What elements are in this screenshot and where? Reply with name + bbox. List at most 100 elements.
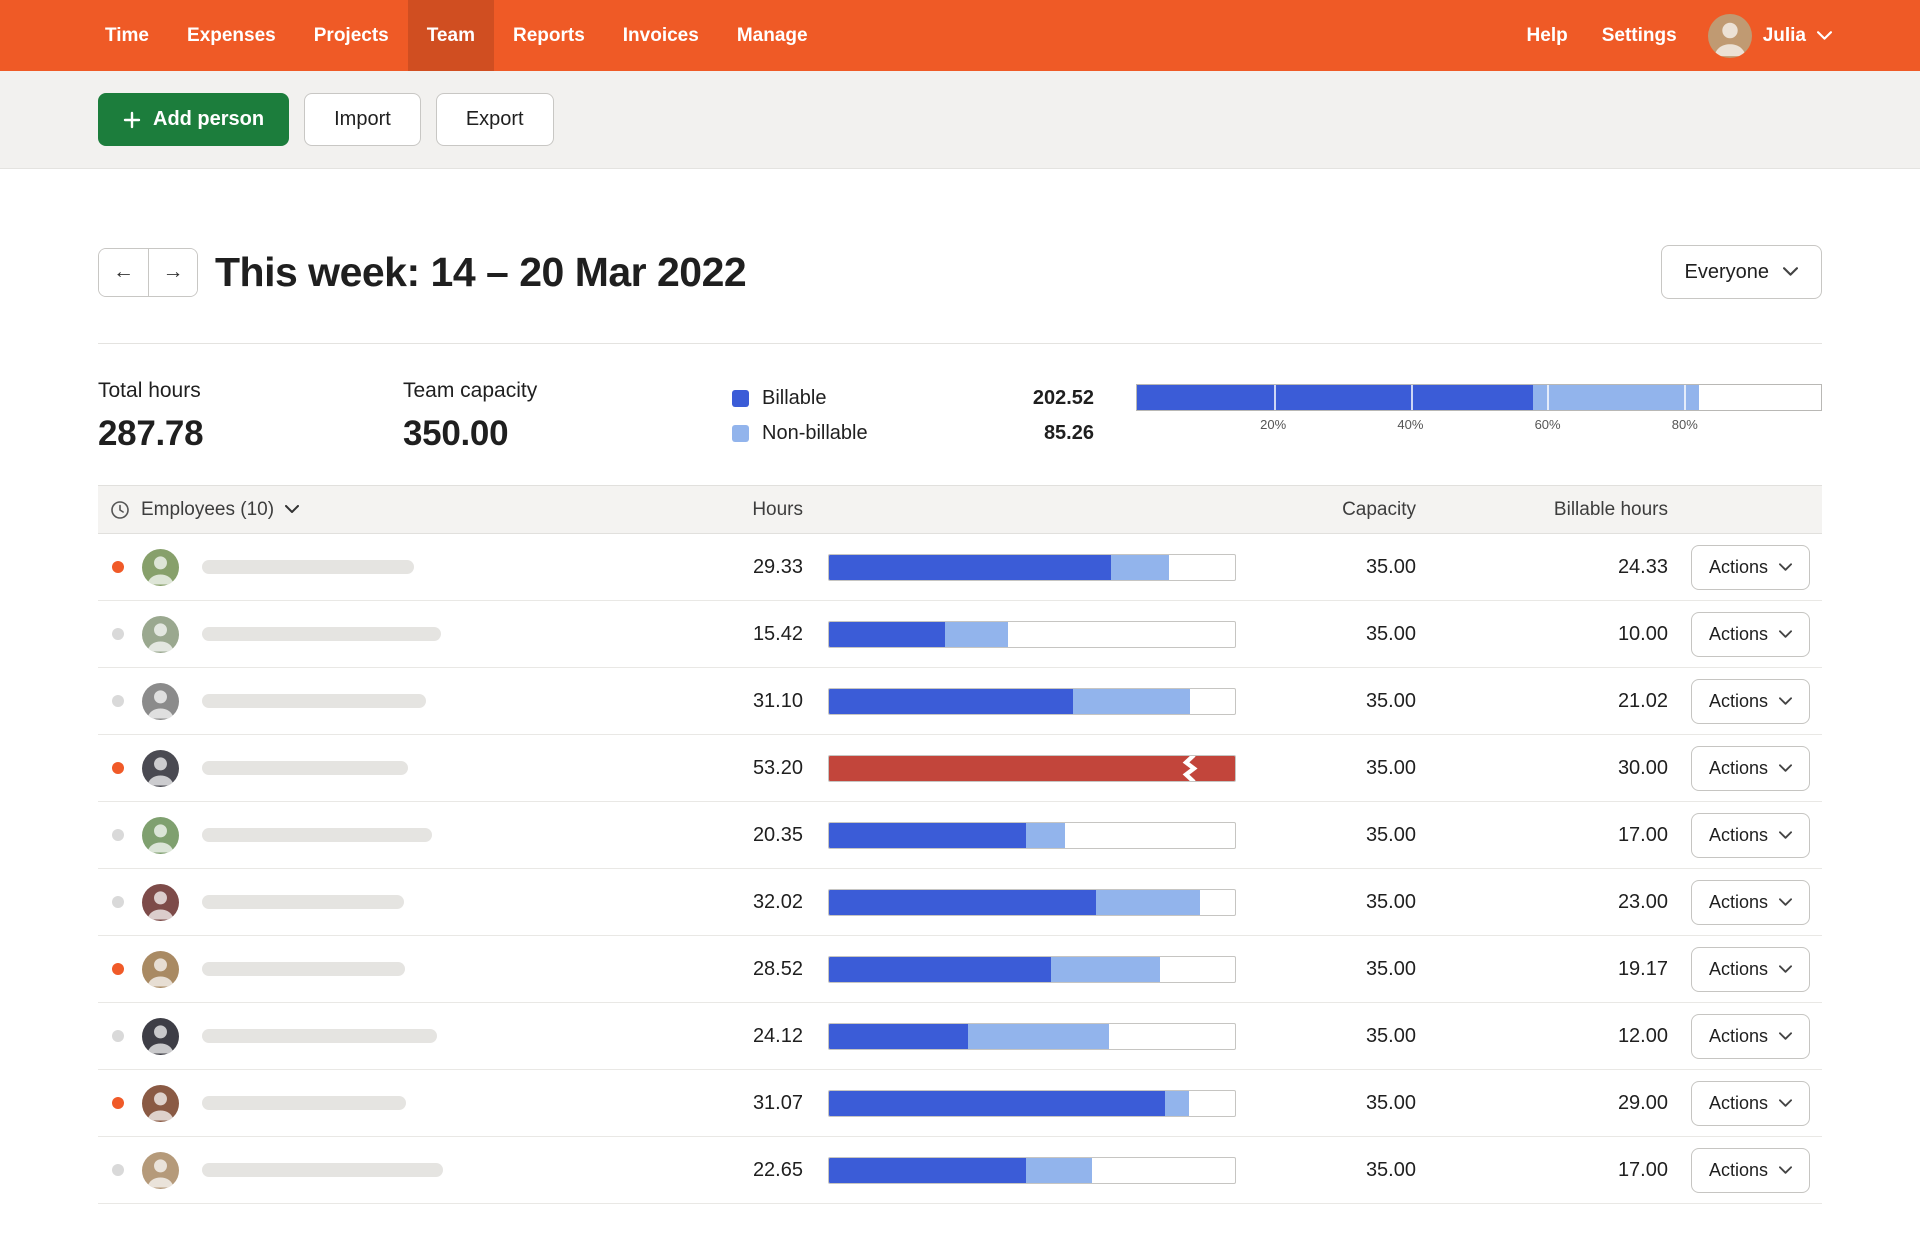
actions-button[interactable]: Actions <box>1691 679 1810 724</box>
hours-value: 24.12 <box>683 1025 803 1048</box>
table-header: Employees (10) Hours Capacity Billable h… <box>98 485 1822 534</box>
billable-swatch <box>732 390 749 407</box>
actions-button[interactable]: Actions <box>1691 1081 1810 1126</box>
avatar[interactable] <box>142 1085 179 1122</box>
clock-icon <box>110 500 130 520</box>
billable-value: 17.00 <box>1416 1159 1668 1182</box>
billable-segment <box>829 890 1096 915</box>
person-icon <box>142 817 179 854</box>
name-placeholder[interactable] <box>202 627 441 641</box>
team-capacity-label: Team capacity <box>403 379 732 403</box>
column-header-capacity: Capacity <box>1236 499 1416 521</box>
name-placeholder[interactable] <box>202 1163 443 1177</box>
avatar[interactable] <box>142 951 179 988</box>
toolbar: Add person Import Export <box>0 71 1920 169</box>
avatar[interactable] <box>142 616 179 653</box>
person-icon <box>142 951 179 988</box>
employees-header-dropdown[interactable]: Employees (10) <box>98 499 683 521</box>
nav-item-invoices[interactable]: Invoices <box>604 0 718 71</box>
summary-section: Total hours 287.78 Team capacity 350.00 … <box>98 343 1822 454</box>
name-placeholder[interactable] <box>202 1029 437 1043</box>
total-hours-stat: Total hours 287.78 <box>98 379 403 454</box>
employee-rows: 29.33 35.00 24.33 Actions 15.42 <box>98 534 1822 1204</box>
person-icon <box>1708 14 1752 58</box>
import-button[interactable]: Import <box>304 93 421 146</box>
chevron-down-icon <box>1779 697 1792 706</box>
avatar[interactable] <box>142 1152 179 1189</box>
column-header-hours: Hours <box>683 499 803 521</box>
export-button[interactable]: Export <box>436 93 554 146</box>
actions-label: Actions <box>1709 1160 1768 1181</box>
status-dot <box>112 1164 124 1176</box>
actions-button[interactable]: Actions <box>1691 880 1810 925</box>
capacity-value: 35.00 <box>1236 757 1416 780</box>
name-placeholder[interactable] <box>202 962 405 976</box>
utilization-bar <box>828 554 1236 581</box>
nav-item-time[interactable]: Time <box>86 0 168 71</box>
prev-week-button[interactable]: ← <box>99 249 148 296</box>
actions-button[interactable]: Actions <box>1691 545 1810 590</box>
everyone-filter-button[interactable]: Everyone <box>1661 245 1823 299</box>
nav-item-help[interactable]: Help <box>1510 0 1585 71</box>
actions-button[interactable]: Actions <box>1691 947 1810 992</box>
chevron-down-icon <box>285 505 299 514</box>
person-icon <box>142 549 179 586</box>
name-placeholder[interactable] <box>202 895 404 909</box>
actions-button[interactable]: Actions <box>1691 612 1810 657</box>
table-row: 31.07 35.00 29.00 Actions <box>98 1070 1822 1137</box>
nav-item-expenses[interactable]: Expenses <box>168 0 295 71</box>
billable-segment <box>829 555 1111 580</box>
next-week-button[interactable]: → <box>148 249 197 296</box>
chevron-down-icon <box>1783 267 1798 277</box>
name-placeholder[interactable] <box>202 694 426 708</box>
avatar[interactable] <box>142 750 179 787</box>
chevron-down-icon <box>1779 831 1792 840</box>
week-header: ← → This week: 14 – 20 Mar 2022 Everyone <box>98 245 1822 299</box>
actions-button[interactable]: Actions <box>1691 746 1810 791</box>
actions-label: Actions <box>1709 959 1768 980</box>
non-billable-swatch <box>732 425 749 442</box>
status-dot <box>112 695 124 707</box>
avatar[interactable] <box>142 683 179 720</box>
capacity-tick-labels: 20%40%60%80% <box>1136 417 1822 435</box>
status-dot <box>112 963 124 975</box>
actions-button[interactable]: Actions <box>1691 1148 1810 1193</box>
nav-item-reports[interactable]: Reports <box>494 0 604 71</box>
hours-value: 31.10 <box>683 690 803 713</box>
avatar[interactable] <box>142 817 179 854</box>
nonbillable-segment <box>1051 957 1159 982</box>
name-placeholder[interactable] <box>202 560 414 574</box>
avatar[interactable] <box>142 884 179 921</box>
hours-value: 28.52 <box>683 958 803 981</box>
week-title-range: 14 – 20 Mar 2022 <box>420 249 747 295</box>
name-placeholder[interactable] <box>202 761 408 775</box>
nonbillable-segment <box>1073 689 1190 714</box>
avatar[interactable] <box>142 549 179 586</box>
primary-nav-items: TimeExpensesProjectsTeamReportsInvoicesM… <box>86 0 827 71</box>
user-menu[interactable]: Julia <box>1694 14 1832 58</box>
nonbillable-segment <box>1111 555 1169 580</box>
nav-item-settings[interactable]: Settings <box>1585 0 1694 71</box>
table-row: 53.20 35.00 30.00 Actions <box>98 735 1822 802</box>
nonbillable-segment <box>1026 823 1065 848</box>
name-placeholder[interactable] <box>202 828 432 842</box>
nav-item-manage[interactable]: Manage <box>718 0 827 71</box>
capacity-billable-fill <box>1137 385 1533 410</box>
nav-item-team[interactable]: Team <box>408 0 494 71</box>
actions-label: Actions <box>1709 1026 1768 1047</box>
nav-item-projects[interactable]: Projects <box>295 0 408 71</box>
billable-segment <box>829 1158 1026 1183</box>
capacity-value: 35.00 <box>1236 690 1416 713</box>
total-hours-value: 287.78 <box>98 414 403 454</box>
capacity-value: 35.00 <box>1236 1159 1416 1182</box>
person-icon <box>142 1085 179 1122</box>
billable-segment <box>829 689 1073 714</box>
actions-button[interactable]: Actions <box>1691 1014 1810 1059</box>
avatar[interactable] <box>142 1018 179 1055</box>
billable-label: Billable <box>762 387 826 410</box>
hours-value: 29.33 <box>683 556 803 579</box>
name-placeholder[interactable] <box>202 1096 406 1110</box>
add-person-button[interactable]: Add person <box>98 93 289 146</box>
utilization-bar <box>828 889 1236 916</box>
actions-button[interactable]: Actions <box>1691 813 1810 858</box>
